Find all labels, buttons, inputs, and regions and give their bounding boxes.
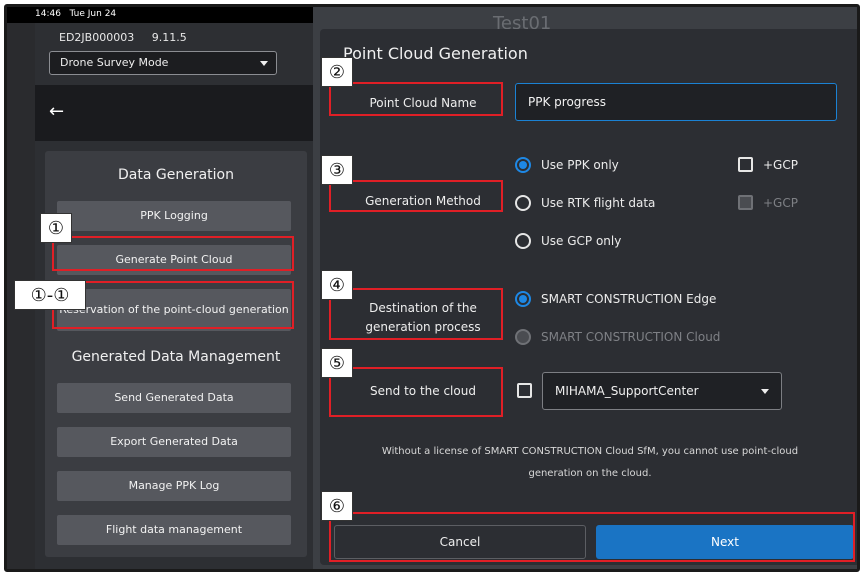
support-center-dropdown[interactable]: MIHAMA_SupportCenter	[542, 372, 782, 410]
annotation-box-1-1	[52, 281, 294, 329]
radio-use-rtk-flight-data[interactable]: Use RTK flight data	[515, 195, 655, 211]
annotation-box-5	[329, 367, 503, 417]
status-bar: 14:46 Tue Jun 24	[7, 7, 313, 23]
annotation-box-4	[329, 288, 503, 340]
annotation-box-6	[329, 512, 855, 562]
gcp-label: +GCP	[763, 157, 798, 172]
mode-dropdown-value: Drone Survey Mode	[60, 56, 169, 69]
caret-down-icon	[260, 61, 268, 66]
checkbox-disabled-icon	[738, 195, 753, 210]
radio-use-gcp-only[interactable]: Use GCP only	[515, 233, 621, 249]
data-panel: Data Generation PPK Logging Generate Poi…	[45, 151, 307, 557]
radio-smart-construction-cloud: SMART CONSTRUCTION Cloud	[515, 329, 720, 345]
radio-smart-construction-edge[interactable]: SMART CONSTRUCTION Edge	[515, 291, 716, 307]
export-generated-data-button[interactable]: Export Generated Data	[57, 427, 291, 457]
flight-data-management-button[interactable]: Flight data management	[57, 515, 291, 545]
checkbox-icon	[517, 383, 532, 398]
radio-unselected-icon	[515, 233, 531, 249]
radio-label: SMART CONSTRUCTION Cloud	[541, 330, 721, 344]
device-info: ED2JB000003 9.11.5	[59, 31, 187, 44]
annotation-label-2: ②	[321, 57, 353, 87]
data-generation-heading: Data Generation	[118, 167, 234, 183]
annotation-label-5: ⑤	[321, 348, 353, 378]
annotation-label-4: ④	[321, 270, 353, 300]
send-to-cloud-checkbox[interactable]	[517, 383, 542, 398]
caret-down-icon	[761, 389, 769, 394]
device-version: 9.11.5	[151, 31, 187, 44]
gcp-checkbox[interactable]: +GCP	[738, 157, 798, 172]
header-bar: ←	[35, 85, 313, 141]
mode-dropdown[interactable]: Drone Survey Mode	[49, 51, 277, 75]
annotation-label-1-1: ①-①	[14, 280, 86, 310]
checkbox-icon	[738, 157, 753, 172]
management-heading: Generated Data Management	[71, 349, 281, 365]
support-center-value: MIHAMA_SupportCenter	[555, 384, 699, 398]
device-id: ED2JB000003	[59, 31, 135, 44]
radio-use-ppk-only[interactable]: Use PPK only	[515, 157, 619, 173]
dialog-title: Point Cloud Generation	[343, 44, 528, 63]
annotation-box-2	[329, 82, 503, 116]
radio-label: Use GCP only	[541, 234, 622, 248]
annotation-label-6: ⑥	[321, 491, 353, 521]
radio-label: Use PPK only	[541, 158, 619, 172]
manage-ppk-log-button[interactable]: Manage PPK Log	[57, 471, 291, 501]
radio-label: Use RTK flight data	[541, 196, 656, 210]
annotation-box-3	[329, 180, 503, 212]
license-notice: Without a license of SMART CONSTRUCTION …	[381, 446, 799, 479]
radio-label: SMART CONSTRUCTION Edge	[541, 292, 717, 306]
annotation-box-1	[52, 236, 294, 271]
gcp-checkbox-disabled: +GCP	[738, 195, 798, 210]
annotation-label-1: ①	[40, 213, 72, 243]
radio-selected-icon	[515, 291, 531, 307]
back-arrow-icon[interactable]: ←	[49, 101, 64, 122]
radio-unselected-icon	[515, 195, 531, 211]
status-date: Tue Jun 24	[69, 9, 117, 19]
status-time: 14:46	[35, 9, 61, 19]
annotation-label-3: ③	[321, 155, 353, 185]
radio-disabled-icon	[515, 329, 531, 345]
ppk-logging-button[interactable]: PPK Logging	[57, 201, 291, 231]
radio-selected-icon	[515, 157, 531, 173]
gcp-label-disabled: +GCP	[763, 195, 798, 210]
point-cloud-name-input[interactable]: PPK progress	[515, 83, 837, 121]
send-generated-data-button[interactable]: Send Generated Data	[57, 383, 291, 413]
